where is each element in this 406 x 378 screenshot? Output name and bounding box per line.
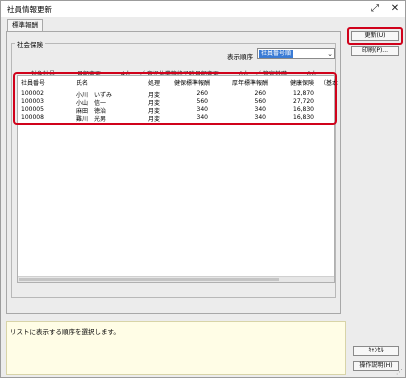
- display-order-select[interactable]: 社員番号順 ⌄: [257, 48, 335, 59]
- hint-text: リストに表示する順序を選択します。: [10, 328, 120, 336]
- maximize-icon[interactable]: ⤢: [367, 3, 383, 15]
- resize-grip-icon[interactable]: ⋰: [396, 368, 404, 376]
- hint-panel: リストに表示する順序を選択します。: [6, 321, 346, 375]
- display-order-value: 社員番号順: [259, 50, 294, 58]
- window-title: 社員情報更新: [7, 5, 52, 14]
- grid-horizontal-scrollbar[interactable]: [18, 276, 334, 282]
- chevron-down-icon: ⌄: [327, 50, 333, 58]
- title-bar: 社員情報更新 ⤢ ✕: [1, 1, 405, 17]
- tab-standard-remuneration[interactable]: 標準報酬: [7, 19, 43, 31]
- help-button[interactable]: 操作説明(H): [353, 361, 399, 371]
- scrollbar-thumb[interactable]: [19, 278, 279, 281]
- update-button[interactable]: 更新(U): [351, 31, 399, 41]
- cancel-button[interactable]: ｷｬﾝｾﾙ: [353, 346, 399, 356]
- print-button[interactable]: 印刷(P)...: [351, 46, 399, 56]
- display-order-label: 表示順序: [227, 53, 253, 61]
- grid-highlight-annotation: [13, 72, 337, 125]
- employee-info-update-window: 社員情報更新 ⤢ ✕ 標準報酬 社会保険 表示順序 社員番号順 ⌄ 対象社員： …: [0, 0, 406, 378]
- close-icon[interactable]: ✕: [387, 3, 403, 15]
- group-title: 社会保険: [15, 39, 45, 49]
